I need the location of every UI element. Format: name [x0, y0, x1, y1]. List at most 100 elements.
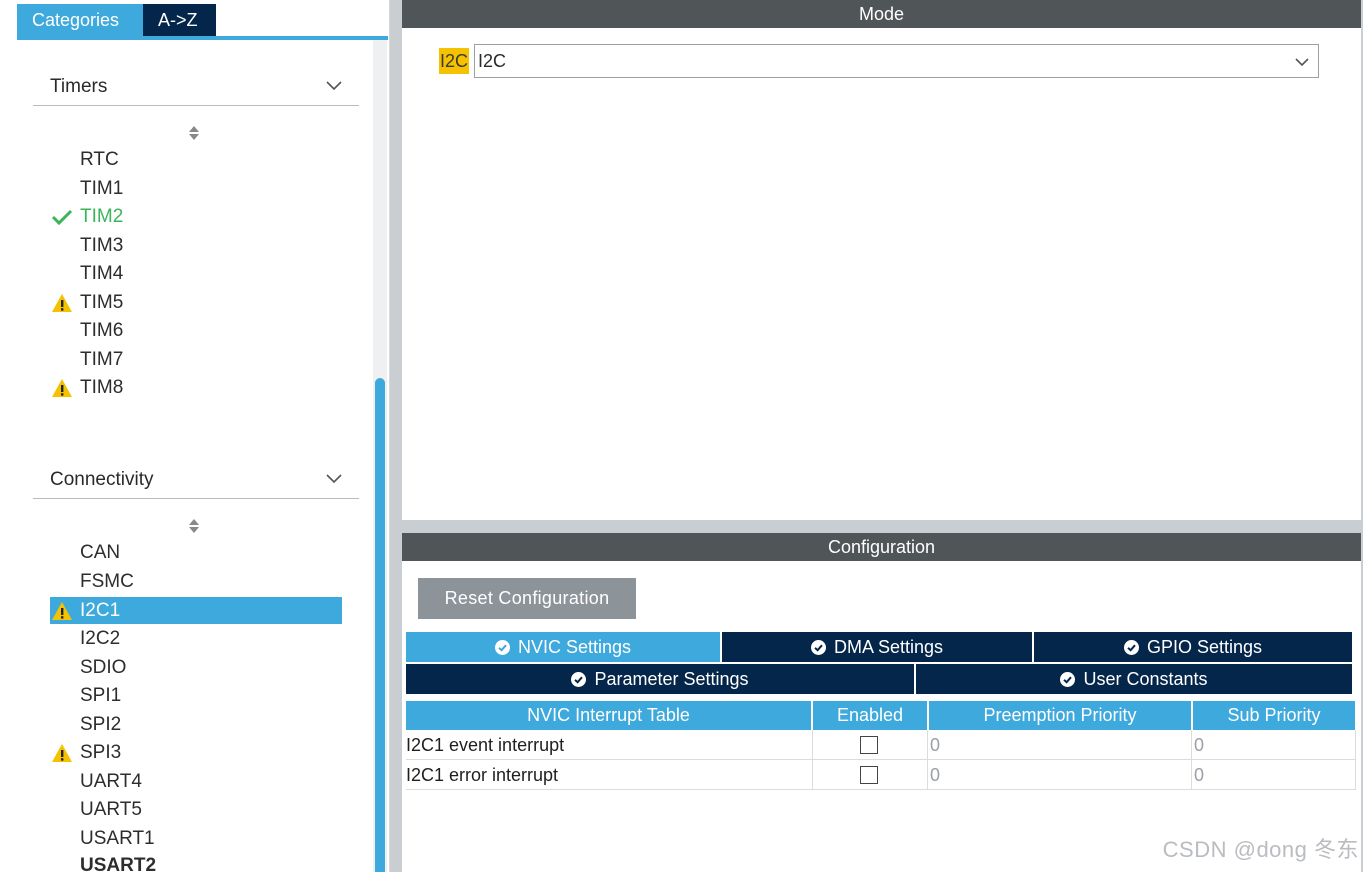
interrupt-name: I2C1 event interrupt — [406, 735, 565, 755]
column-divider — [927, 730, 928, 790]
tab-label: GPIO Settings — [1146, 637, 1263, 657]
item-label: TIM7 — [80, 349, 124, 370]
check-circle-icon — [494, 640, 510, 655]
mode-title: Mode — [402, 0, 1361, 28]
warning-icon — [52, 744, 72, 762]
item-label: SDIO — [80, 657, 127, 678]
chevron-down-icon[interactable] — [325, 471, 343, 485]
list-item-i2c1[interactable]: I2C1 — [50, 597, 342, 624]
preemption-value[interactable]: 0 — [927, 730, 1187, 760]
item-label: TIM1 — [80, 178, 124, 199]
list-item-uart4[interactable]: UART4 — [50, 768, 342, 795]
item-label: I2C2 — [80, 628, 121, 649]
category-title: Connectivity — [50, 469, 154, 490]
categories-panel: Categories A->Z Timers RTC TIM1 TIM2 TIM… — [0, 0, 390, 872]
list-item-tim6[interactable]: TIM6 — [50, 317, 342, 344]
item-label: SPI2 — [80, 714, 122, 735]
tab-label: DMA Settings — [833, 637, 944, 657]
tab-a-to-z[interactable]: A->Z — [143, 4, 216, 36]
reset-configuration-button[interactable]: Reset Configuration — [418, 578, 636, 619]
check-circle-icon — [1060, 672, 1076, 687]
interrupt-name: I2C1 error interrupt — [406, 765, 559, 785]
item-label: TIM3 — [80, 235, 124, 256]
mode-select-value: I2C — [478, 51, 507, 71]
item-label: TIM8 — [80, 377, 124, 398]
watermark: CSDN @dong 冬东 — [1162, 837, 1359, 862]
tab-label: User Constants — [1083, 669, 1208, 689]
list-item-i2c2[interactable]: I2C2 — [50, 625, 342, 652]
list-item-tim8[interactable]: TIM8 — [50, 374, 342, 401]
tab-label: NVIC Settings — [517, 637, 632, 657]
item-label: CAN — [80, 542, 121, 563]
tab-underline — [17, 36, 388, 40]
column-divider — [1191, 730, 1192, 790]
column-divider — [1355, 730, 1356, 790]
item-label: UART5 — [80, 799, 142, 820]
mode-panel: Mode I2C I2C — [402, 0, 1361, 520]
list-item-tim4[interactable]: TIM4 — [50, 260, 342, 287]
item-label: I2C1 — [80, 600, 121, 621]
column-header-enabled[interactable]: Enabled — [813, 701, 927, 730]
enabled-checkbox[interactable] — [860, 766, 878, 784]
category-header-timers[interactable]: Timers — [33, 74, 359, 106]
warning-icon — [52, 602, 72, 620]
item-label: TIM2 — [80, 206, 124, 227]
preemption-value[interactable]: 0 — [927, 760, 1187, 790]
tab-label: Parameter Settings — [594, 669, 749, 689]
warning-icon — [52, 379, 72, 397]
configuration-panel: Configuration Reset Configuration NVIC S… — [402, 533, 1361, 872]
item-label: TIM4 — [80, 263, 124, 284]
list-item-tim5[interactable]: TIM5 — [50, 289, 342, 316]
item-label: SPI1 — [80, 685, 122, 706]
column-header-sub-priority[interactable]: Sub Priority — [1193, 701, 1355, 730]
list-item-tim1[interactable]: TIM1 — [50, 175, 342, 202]
check-circle-icon — [571, 672, 587, 687]
mode-select[interactable]: I2C — [474, 44, 1319, 78]
tab-categories[interactable]: Categories — [17, 4, 143, 36]
list-item-spi3[interactable]: SPI3 — [50, 739, 342, 766]
sub-priority-value[interactable]: 0 — [1191, 730, 1351, 760]
item-label: SPI3 — [80, 742, 122, 763]
tab-parameter-settings[interactable]: Parameter Settings — [406, 664, 914, 694]
tab-dma-settings[interactable]: DMA Settings — [722, 632, 1032, 662]
tab-user-constants[interactable]: User Constants — [916, 664, 1352, 694]
scrollbar-thumb[interactable] — [375, 378, 385, 872]
list-item-usart1[interactable]: USART1 — [50, 825, 342, 852]
item-label: USART1 — [80, 828, 155, 849]
column-divider — [812, 730, 813, 790]
check-circle-icon — [1123, 640, 1139, 655]
tab-nvic-settings[interactable]: NVIC Settings — [406, 632, 720, 662]
category-header-connectivity[interactable]: Connectivity — [33, 467, 359, 499]
chevron-down-icon[interactable] — [325, 78, 343, 92]
list-item-tim2[interactable]: TIM2 — [50, 203, 342, 230]
sort-icon[interactable] — [186, 517, 202, 535]
sort-icon[interactable] — [186, 124, 202, 142]
mode-field-label: I2C — [439, 48, 470, 74]
list-item-sdio[interactable]: SDIO — [50, 654, 342, 681]
item-label: TIM5 — [80, 292, 124, 313]
list-item-tim7[interactable]: TIM7 — [50, 346, 342, 373]
list-item-usart2[interactable]: USART2 — [50, 852, 342, 872]
list-item-spi2[interactable]: SPI2 — [50, 711, 342, 738]
item-label: RTC — [80, 149, 119, 170]
list-item-uart5[interactable]: UART5 — [50, 796, 342, 823]
list-item-can[interactable]: CAN — [50, 539, 342, 566]
item-label: TIM6 — [80, 320, 124, 341]
list-item-fsmc[interactable]: FSMC — [50, 568, 342, 595]
column-header-preemption[interactable]: Preemption Priority — [929, 701, 1191, 730]
list-item-spi1[interactable]: SPI1 — [50, 682, 342, 709]
item-label: USART2 — [80, 855, 157, 872]
enabled-checkbox[interactable] — [860, 736, 878, 754]
item-label: UART4 — [80, 771, 142, 792]
column-header-interrupt[interactable]: NVIC Interrupt Table — [406, 701, 811, 730]
view-tabs: Categories A->Z — [17, 4, 216, 36]
sub-priority-value[interactable]: 0 — [1191, 760, 1351, 790]
list-item-tim3[interactable]: TIM3 — [50, 232, 342, 259]
item-label: FSMC — [80, 571, 134, 592]
list-item-rtc[interactable]: RTC — [50, 146, 342, 173]
tab-gpio-settings[interactable]: GPIO Settings — [1034, 632, 1352, 662]
chevron-down-icon[interactable] — [1294, 55, 1310, 69]
check-circle-icon — [810, 640, 826, 655]
warning-icon — [52, 294, 72, 312]
category-title: Timers — [50, 76, 108, 97]
